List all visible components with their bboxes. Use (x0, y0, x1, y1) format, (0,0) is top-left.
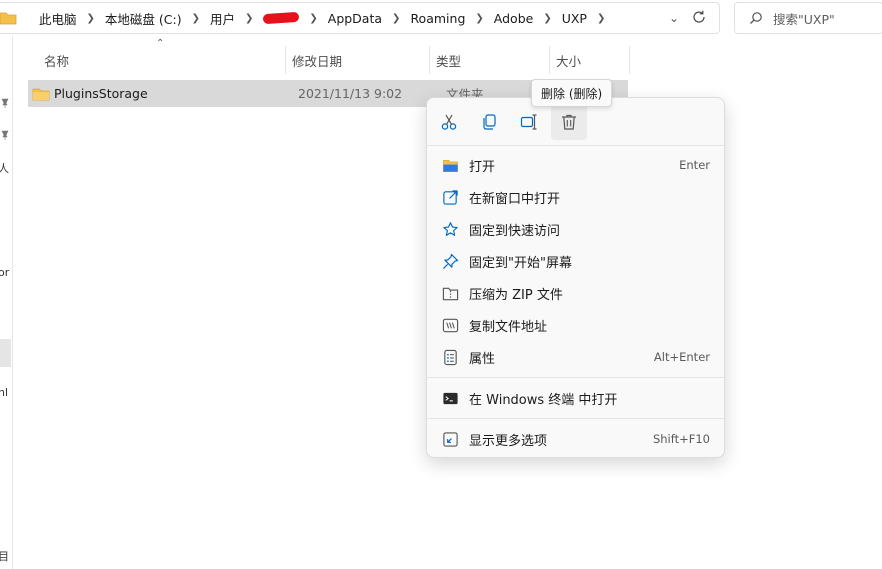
menu-item-shortcut: Alt+Enter (653, 350, 710, 364)
sort-ascending-icon: ⌃ (156, 38, 165, 49)
chevron-right-icon[interactable]: ❯ (81, 13, 101, 24)
menu-item-open-terminal[interactable]: 在 Windows 终端 中打开 (431, 382, 720, 414)
address-bar[interactable]: 此电脑 ❯ 本地磁盘 (C:) ❯ 用户 ❯ ❯ AppData ❯ Roami… (0, 2, 720, 34)
copy-icon (483, 114, 496, 130)
column-header-date[interactable]: 修改日期 (286, 46, 430, 74)
nav-item-fragment[interactable]: nl (0, 386, 8, 399)
menu-item-label: 固定到快速访问 (469, 223, 561, 239)
menu-item-label: 固定到"开始"屏幕 (469, 255, 572, 271)
file-name: PluginsStorage (54, 86, 148, 101)
breadcrumb-roaming[interactable]: Roaming (406, 11, 469, 26)
menu-item-shortcut: Shift+F10 (652, 432, 710, 446)
menu-item-label: 显示更多选项 (469, 433, 548, 449)
column-header-type-label: 类型 (436, 53, 462, 69)
pin-icon (441, 252, 459, 270)
chevron-right-icon[interactable]: ❯ (469, 13, 489, 24)
menu-item-label: 属性 (469, 351, 496, 367)
column-headers: ⌃ 名称 修改日期 类型 大小 (28, 38, 630, 74)
pin-icon (1, 130, 9, 140)
column-header-size[interactable]: 大小 (550, 46, 630, 74)
zip-icon (441, 284, 459, 302)
menu-item-properties[interactable]: 属性 Alt+Enter (431, 341, 720, 373)
menu-divider (427, 145, 724, 146)
folder-icon (0, 12, 17, 25)
navigation-pane[interactable]: 人 or nl 目 (0, 36, 13, 569)
menu-item-copy-path[interactable]: 复制文件地址 (431, 309, 720, 341)
pin-icon (1, 98, 9, 108)
menu-item-label: 复制文件地址 (469, 319, 548, 335)
menu-item-pin-quick-access[interactable]: 固定到快速访问 (431, 213, 720, 245)
properties-icon (441, 348, 459, 366)
star-icon (441, 220, 459, 238)
chevron-right-icon[interactable]: ❯ (386, 13, 406, 24)
chevron-right-icon[interactable]: ❯ (537, 13, 557, 24)
redacted-username (263, 11, 300, 25)
breadcrumb-users[interactable]: 用户 (206, 9, 239, 28)
open-folder-icon (441, 156, 459, 174)
menu-item-show-more-options[interactable]: 显示更多选项 Shift+F10 (431, 423, 720, 455)
breadcrumb-appdata[interactable]: AppData (324, 11, 386, 26)
search-placeholder: 搜索"UXP" (773, 11, 835, 27)
breadcrumb-this-pc[interactable]: 此电脑 (35, 9, 81, 28)
tooltip: 删除 (删除) (531, 79, 613, 107)
context-menu: 打开 Enter 在新窗口中打开 固定到快速访问 固定到"开始"屏幕 压缩为 Z… (426, 97, 725, 458)
menu-item-label: 在新窗口中打开 (469, 191, 561, 207)
terminal-icon (441, 389, 459, 407)
column-header-name[interactable]: ⌃ 名称 (28, 38, 286, 74)
nav-item-selected[interactable] (0, 339, 11, 367)
delete-button[interactable] (551, 104, 587, 140)
search-box[interactable]: 搜索"UXP" (734, 2, 882, 34)
context-menu-toolbar (431, 102, 591, 142)
more-options-icon (441, 430, 459, 448)
breadcrumb-uxp[interactable]: UXP (558, 11, 591, 26)
chevron-right-icon[interactable]: ❯ (186, 13, 206, 24)
column-header-type[interactable]: 类型 (430, 46, 550, 74)
column-header-name-label: 名称 (44, 53, 70, 69)
menu-item-compress-zip[interactable]: 压缩为 ZIP 文件 (431, 277, 720, 309)
refresh-icon[interactable] (691, 9, 707, 25)
chevron-right-icon[interactable]: ❯ (239, 13, 259, 24)
copy-button[interactable] (471, 104, 507, 140)
column-header-size-label: 大小 (556, 53, 582, 69)
column-header-date-label: 修改日期 (292, 53, 343, 69)
menu-divider (427, 377, 724, 378)
menu-divider (427, 418, 724, 419)
menu-item-open-new-window[interactable]: 在新窗口中打开 (431, 181, 720, 213)
rename-button[interactable] (511, 104, 547, 140)
copy-path-icon (441, 316, 459, 334)
cut-button[interactable] (431, 104, 467, 140)
chevron-right-icon[interactable]: ❯ (303, 13, 323, 24)
search-icon (750, 12, 762, 24)
menu-item-label: 打开 (469, 159, 496, 175)
breadcrumb-local-disk[interactable]: 本地磁盘 (C:) (101, 9, 186, 28)
menu-item-open[interactable]: 打开 Enter (431, 149, 720, 181)
rename-icon (520, 114, 537, 130)
folder-icon (32, 88, 50, 100)
cut-icon (441, 114, 457, 130)
file-date: 2021/11/13 9:02 (298, 86, 403, 101)
menu-item-label: 压缩为 ZIP 文件 (469, 287, 563, 303)
history-dropdown-icon[interactable]: ⌄ (669, 11, 679, 25)
nav-item-fragment[interactable]: 目 (0, 548, 9, 564)
tooltip-text: 删除 (删除) (541, 86, 603, 101)
delete-icon (562, 114, 576, 130)
nav-item-fragment[interactable]: or (0, 266, 9, 279)
menu-item-pin-start[interactable]: 固定到"开始"屏幕 (431, 245, 720, 277)
breadcrumb-adobe[interactable]: Adobe (490, 11, 538, 26)
chevron-right-icon[interactable]: ❯ (591, 13, 611, 24)
breadcrumb: 此电脑 ❯ 本地磁盘 (C:) ❯ 用户 ❯ ❯ AppData ❯ Roami… (0, 3, 611, 33)
new-window-icon (441, 188, 459, 206)
menu-item-label: 在 Windows 终端 中打开 (469, 392, 618, 408)
menu-item-shortcut: Enter (679, 158, 710, 172)
nav-item-fragment[interactable]: 人 (0, 160, 9, 176)
